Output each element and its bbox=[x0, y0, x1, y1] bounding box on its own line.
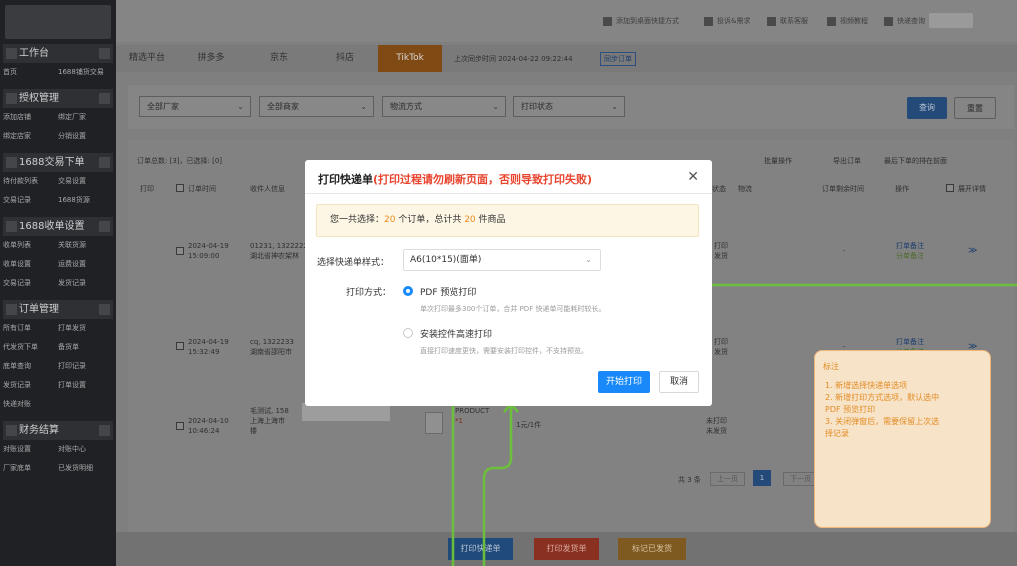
close-icon[interactable]: ✕ bbox=[687, 169, 699, 185]
express-style-select[interactable]: A6(10*15)(面单) ⌄ bbox=[403, 249, 601, 271]
annotation-item: 3. 关闭弹窗后，需要保留上次选 bbox=[825, 417, 940, 426]
summary-prefix: 您一共选择： bbox=[330, 215, 385, 225]
dialog-title-warning: (打印过程请勿刷新页面，否则导致打印失败) bbox=[373, 173, 593, 186]
express-style-value: A6(10*15)(面单) bbox=[410, 255, 482, 265]
selected-items-count: 20 bbox=[464, 215, 476, 225]
annotation-item: 择记录 bbox=[825, 429, 849, 438]
plugin-print-label[interactable]: 安装控件高速打印 bbox=[420, 327, 492, 340]
method-label: 打印方式： bbox=[346, 288, 392, 298]
print-express-dialog: 打印快递单(打印过程请勿刷新页面，否则导致打印失败) ✕ 您一共选择：20 个订… bbox=[305, 160, 712, 406]
selection-summary: 您一共选择：20 个订单，总计共 20 件商品 bbox=[316, 204, 699, 237]
dialog-title-text: 打印快递单 bbox=[318, 173, 373, 186]
plugin-print-radio[interactable] bbox=[403, 328, 413, 338]
dialog-divider bbox=[305, 193, 712, 194]
start-print-button[interactable]: 开始打印 bbox=[598, 371, 650, 393]
pdf-preview-label[interactable]: PDF 预览打印 bbox=[420, 285, 476, 298]
summary-suffix: 件商品 bbox=[475, 215, 506, 225]
connector-line bbox=[482, 404, 513, 566]
annotation-item: PDF 预览打印 bbox=[825, 405, 876, 414]
annotation-item: 1. 新增选择快递单选项 bbox=[825, 381, 908, 390]
plugin-print-desc: 直接打印速度更快，需要安装打印控件，不支持预览。 bbox=[420, 347, 588, 355]
pdf-preview-desc: 单次打印最多300个订单，合并 PDF 快递单可能耗时较长。 bbox=[420, 305, 606, 313]
annotation-title: 标注 bbox=[823, 362, 839, 371]
dialog-title: 打印快递单(打印过程请勿刷新页面，否则导致打印失败) bbox=[318, 171, 592, 187]
pdf-preview-radio[interactable] bbox=[403, 286, 413, 296]
chevron-down-icon: ⌄ bbox=[585, 255, 592, 264]
annotation-item: 2. 新增打印方式选项，默认选中 bbox=[825, 393, 940, 402]
annotation-note: 标注 1. 新增选择快递单选项 2. 新增打印方式选项，默认选中 PDF 预览打… bbox=[814, 350, 991, 528]
style-label: 选择快递单样式： bbox=[317, 258, 390, 268]
cancel-button[interactable]: 取消 bbox=[659, 371, 699, 393]
summary-mid: 个订单，总计共 bbox=[395, 215, 465, 225]
selected-orders-count: 20 bbox=[384, 215, 396, 225]
